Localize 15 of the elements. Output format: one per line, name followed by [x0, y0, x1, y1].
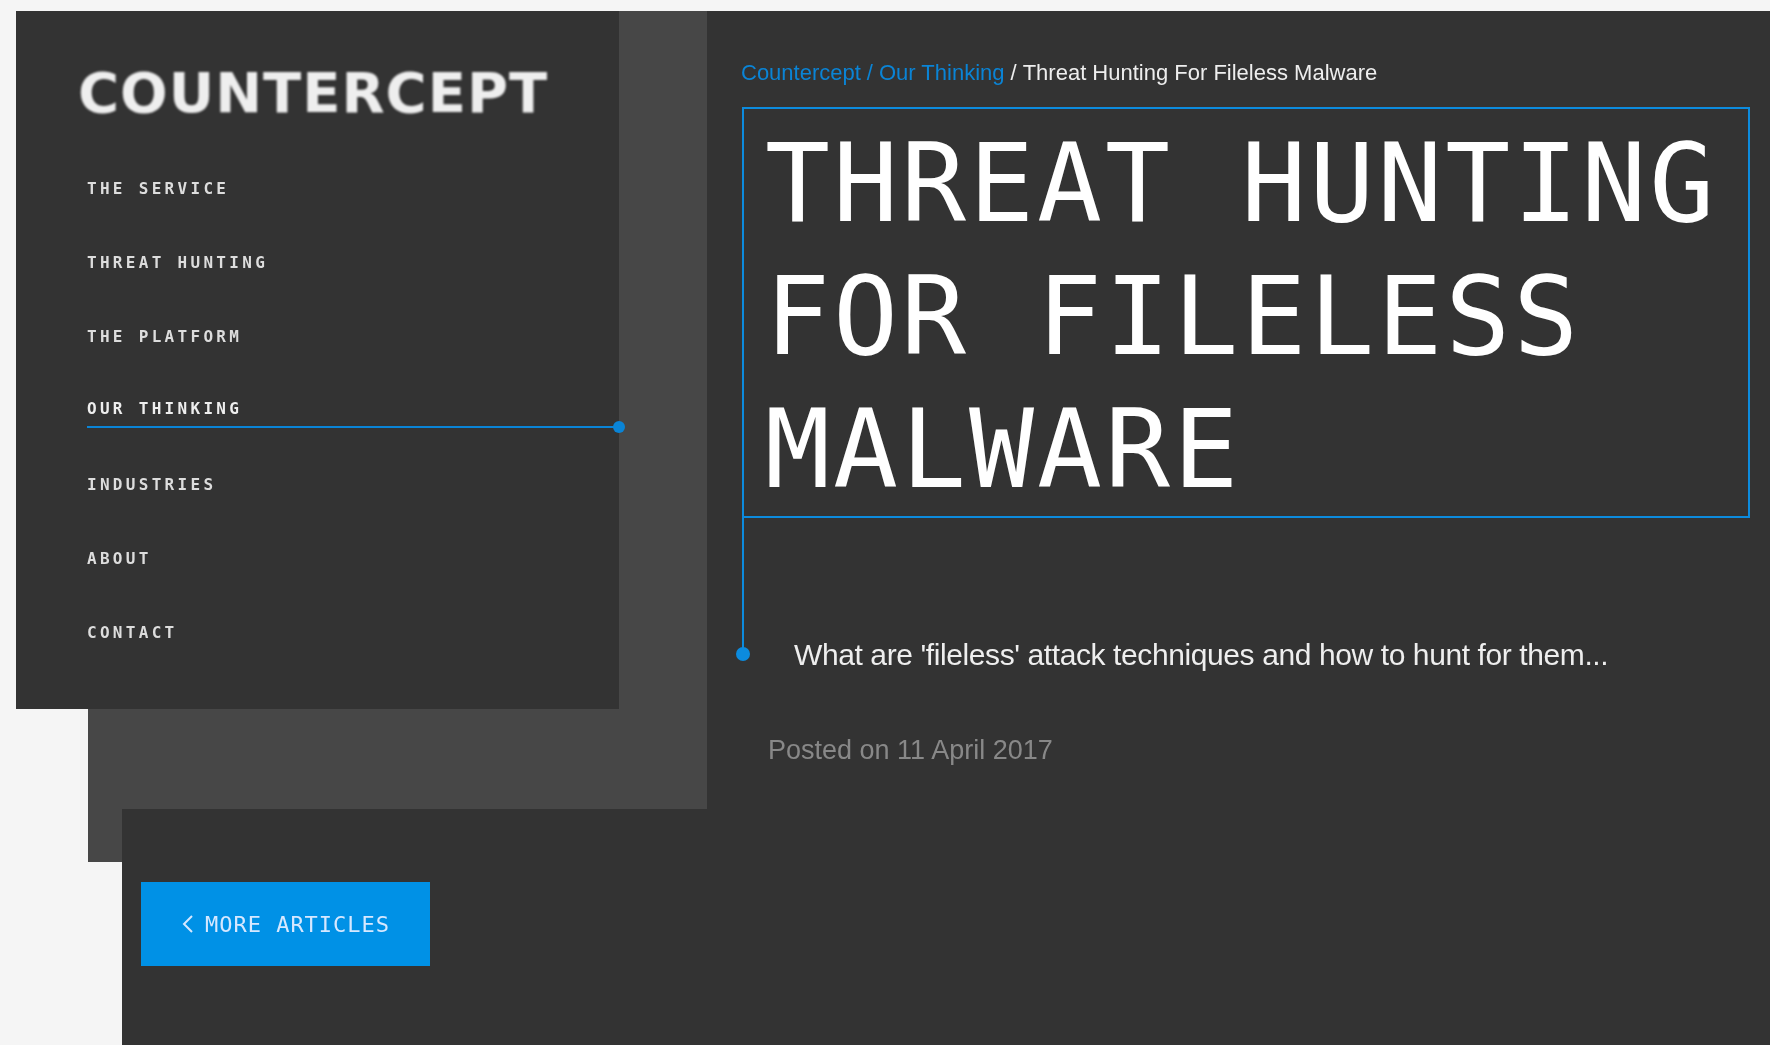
- chevron-left-icon: [180, 913, 195, 935]
- breadcrumb-current: Threat Hunting For Fileless Malware: [1022, 59, 1378, 87]
- logo-text: COUNTERCEPT: [78, 65, 549, 121]
- breadcrumb-separator: /: [1010, 59, 1017, 87]
- breadcrumb-separator: /: [866, 59, 873, 87]
- post-date: Posted on 11 April 2017: [768, 734, 1053, 767]
- nav-link[interactable]: ABOUT: [87, 549, 152, 569]
- nav-link[interactable]: OUR THINKING: [87, 399, 625, 433]
- nav-link[interactable]: THE PLATFORM: [87, 327, 243, 347]
- article-summary: What are 'fileless' attack techniques and how to hunt for them...: [794, 637, 1609, 673]
- nav-link[interactable]: CONTACT: [87, 623, 178, 643]
- nav-link[interactable]: INDUSTRIES: [87, 475, 217, 495]
- article-title: THREAT HUNTING FOR FILELESS MALWARE: [765, 120, 1719, 514]
- nav-link[interactable]: THE SERVICE: [87, 179, 230, 199]
- nav-link[interactable]: THREAT HUNTING: [87, 253, 269, 273]
